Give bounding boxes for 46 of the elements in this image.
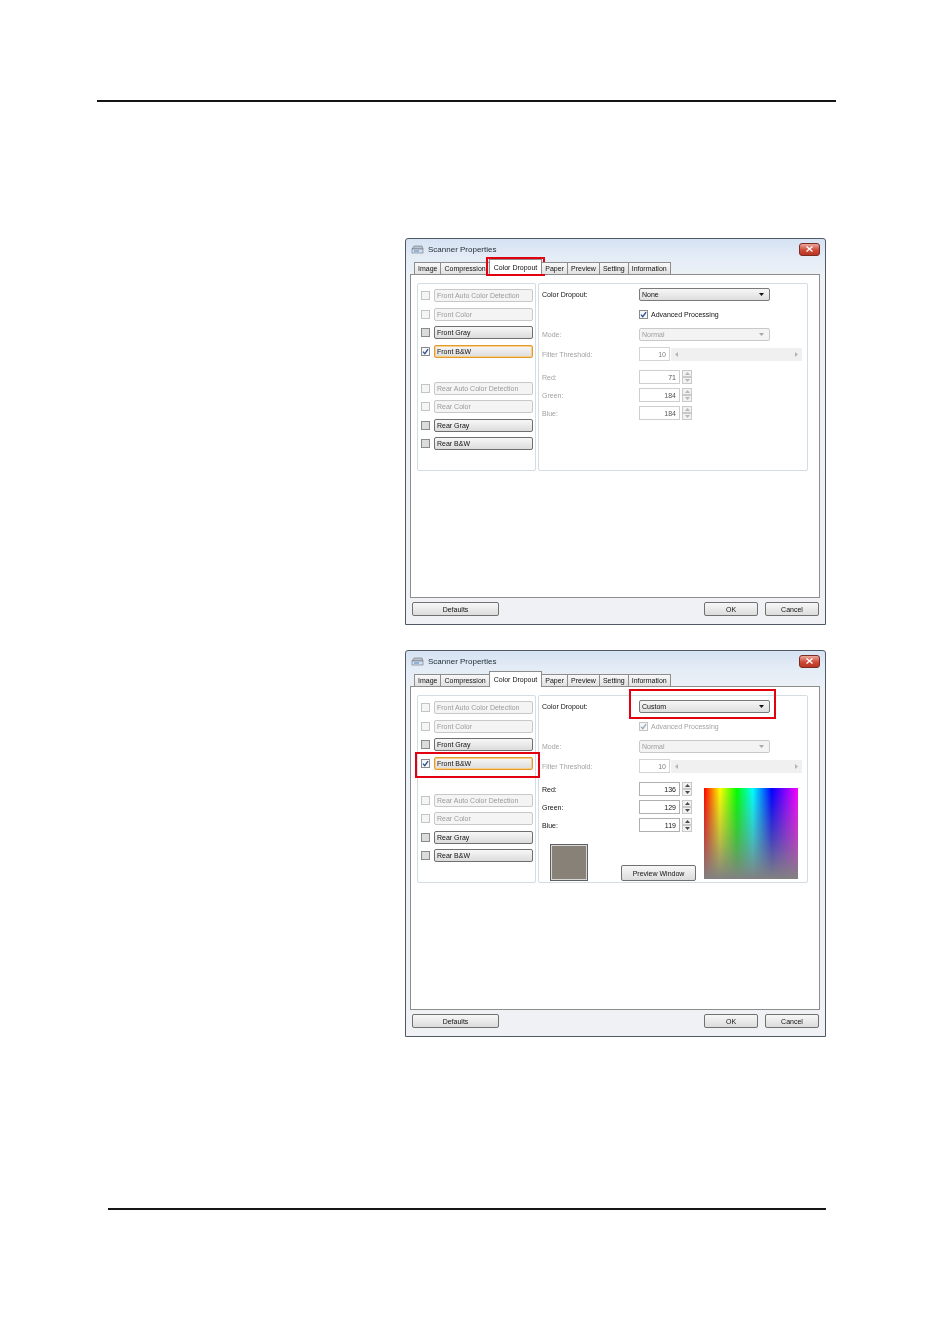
checkbox[interactable] <box>421 420 430 430</box>
window-title: Scanner Properties <box>428 244 497 254</box>
right-arrow-icon <box>795 351 798 357</box>
left-arrow-icon <box>675 763 678 769</box>
down-arrow-icon <box>684 379 690 382</box>
caret-icon <box>759 705 764 708</box>
color-spectrum-picker[interactable] <box>704 788 798 879</box>
close-icon <box>806 246 813 252</box>
close-icon <box>806 658 813 664</box>
spin-up-button[interactable] <box>682 782 692 789</box>
close-button[interactable] <box>799 242 820 256</box>
caret-icon <box>759 333 764 336</box>
up-arrow-icon <box>684 390 690 393</box>
left-arrow-icon <box>675 351 678 357</box>
caret-icon <box>759 293 764 296</box>
up-arrow-icon <box>684 820 690 823</box>
spin-up-button[interactable] <box>682 818 692 825</box>
down-arrow-icon <box>684 827 690 830</box>
caret-icon <box>759 745 764 748</box>
right-arrow-icon <box>795 763 798 769</box>
checkbox[interactable] <box>421 346 430 356</box>
up-arrow-icon <box>684 784 690 787</box>
checkbox[interactable] <box>421 439 430 448</box>
scanner-icon <box>411 655 424 667</box>
spin-up-button[interactable] <box>682 800 692 807</box>
down-arrow-icon <box>684 791 690 794</box>
checkbox[interactable] <box>421 740 430 749</box>
checkbox[interactable] <box>421 832 430 842</box>
checkbox[interactable] <box>421 851 430 860</box>
checkbox[interactable] <box>421 758 430 768</box>
scanner-icon <box>411 243 424 255</box>
spin-down-button[interactable] <box>682 825 692 832</box>
slider-track[interactable] <box>671 759 802 773</box>
up-arrow-icon <box>684 802 690 805</box>
checkbox[interactable] <box>639 310 648 319</box>
down-arrow-icon <box>684 415 690 418</box>
up-arrow-icon <box>684 408 690 411</box>
down-arrow-icon <box>684 397 690 400</box>
down-arrow-icon <box>684 809 690 812</box>
checkbox[interactable] <box>421 328 430 337</box>
window-title: Scanner Properties <box>428 656 497 666</box>
spin-down-button[interactable] <box>682 789 692 796</box>
spin-down-button[interactable] <box>682 807 692 814</box>
up-arrow-icon <box>684 372 690 375</box>
slider-track[interactable] <box>671 347 802 361</box>
close-button[interactable] <box>799 654 820 668</box>
